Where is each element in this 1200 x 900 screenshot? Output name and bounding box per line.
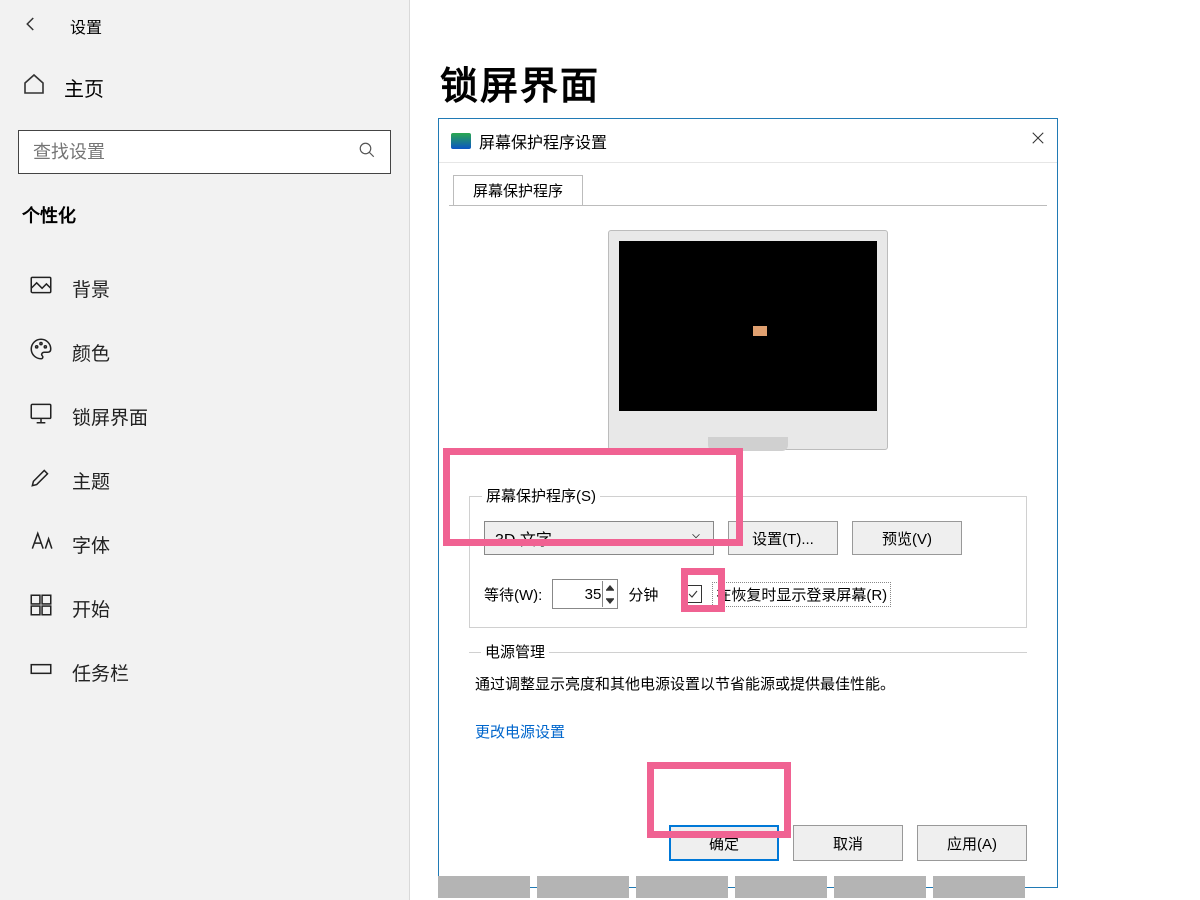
nav-item-background[interactable]: 背景 xyxy=(0,256,409,320)
wait-unit: 分钟 xyxy=(628,584,658,605)
wait-value: 35 xyxy=(585,586,602,603)
settings-title: 设置 xyxy=(70,14,102,38)
thumbnail xyxy=(438,876,530,898)
wait-minutes-spinner[interactable]: 35 xyxy=(552,579,618,609)
screensaver-group-label: 屏幕保护程序(S) xyxy=(482,485,600,506)
thumbnail xyxy=(537,876,629,898)
search-input[interactable] xyxy=(33,142,358,163)
nav-item-themes[interactable]: 主题 xyxy=(0,448,409,512)
monitor-icon xyxy=(28,400,54,432)
pen-icon xyxy=(28,464,54,496)
taskbar-icon xyxy=(28,656,54,688)
screensaver-preview xyxy=(608,230,888,450)
resume-checkbox[interactable] xyxy=(684,585,702,603)
palette-icon xyxy=(28,336,54,368)
dialog-tab[interactable]: 屏幕保护程序 xyxy=(453,175,583,205)
settings-sidebar: 设置 主页 个性化 背景 颜色 锁屏界面 主题 xyxy=(0,0,410,900)
dialog-titlebar: 屏幕保护程序设置 xyxy=(439,119,1057,163)
thumbnail xyxy=(834,876,926,898)
screensaver-settings-button[interactable]: 设置(T)... xyxy=(728,521,838,555)
cancel-button[interactable]: 取消 xyxy=(793,825,903,861)
section-title: 个性化 xyxy=(0,174,409,238)
thumbnail xyxy=(636,876,728,898)
thumbnail xyxy=(735,876,827,898)
picture-icon xyxy=(28,272,54,304)
bottom-thumbnail-strip xyxy=(438,876,1025,898)
nav-label: 主题 xyxy=(72,467,110,494)
search-icon xyxy=(358,141,376,164)
screensaver-preview-button[interactable]: 预览(V) xyxy=(852,521,962,555)
nav-label: 颜色 xyxy=(72,339,110,366)
grid-icon xyxy=(28,592,54,624)
font-icon xyxy=(28,528,54,560)
nav-item-taskbar[interactable]: 任务栏 xyxy=(0,640,409,704)
nav-label: 字体 xyxy=(72,531,110,558)
search-input-wrapper[interactable] xyxy=(18,130,391,174)
resume-label: 在恢复时显示登录屏幕(R) xyxy=(712,582,891,607)
spinner-up-icon[interactable] xyxy=(603,581,616,594)
nav-item-start[interactable]: 开始 xyxy=(0,576,409,640)
close-button[interactable] xyxy=(1029,129,1047,152)
thumbnail xyxy=(933,876,1025,898)
preview-screen xyxy=(619,241,877,411)
nav-item-lockscreen[interactable]: 锁屏界面 xyxy=(0,384,409,448)
back-arrow-icon[interactable] xyxy=(22,15,40,38)
dialog-icon xyxy=(451,133,471,149)
preview-stand xyxy=(708,437,788,451)
home-row[interactable]: 主页 xyxy=(0,52,409,122)
screensaver-dialog: 屏幕保护程序设置 屏幕保护程序 屏幕保护程序(S) 3D 文字 设置(T)...… xyxy=(438,118,1058,888)
nav-label: 任务栏 xyxy=(72,659,129,686)
wait-label: 等待(W): xyxy=(484,584,542,605)
preview-content xyxy=(753,326,767,336)
power-description: 通过调整显示亮度和其他电源设置以节省能源或提供最佳性能。 xyxy=(475,673,1021,697)
ok-button[interactable]: 确定 xyxy=(669,825,779,861)
nav-item-colors[interactable]: 颜色 xyxy=(0,320,409,384)
nav-label: 背景 xyxy=(72,275,110,302)
nav-item-fonts[interactable]: 字体 xyxy=(0,512,409,576)
nav-label: 锁屏界面 xyxy=(72,403,148,430)
screensaver-selected: 3D 文字 xyxy=(495,526,552,550)
home-label: 主页 xyxy=(64,73,104,102)
page-title: 锁屏界面 xyxy=(440,55,600,110)
screensaver-dropdown[interactable]: 3D 文字 xyxy=(484,521,714,555)
screensaver-group: 屏幕保护程序(S) 3D 文字 设置(T)... 预览(V) 等待(W): 35 xyxy=(469,496,1027,628)
apply-button[interactable]: 应用(A) xyxy=(917,825,1027,861)
dialog-button-row: 确定 取消 应用(A) xyxy=(669,825,1027,861)
nav-label: 开始 xyxy=(72,595,110,622)
power-group-label: 电源管理 xyxy=(481,641,549,662)
home-icon xyxy=(22,72,46,102)
nav-list: 背景 颜色 锁屏界面 主题 字体 开始 任务栏 xyxy=(0,238,409,704)
spinner-down-icon[interactable] xyxy=(603,594,616,607)
power-settings-link[interactable]: 更改电源设置 xyxy=(475,721,565,742)
dialog-body: 屏幕保护程序(S) 3D 文字 设置(T)... 预览(V) 等待(W): 35 xyxy=(449,205,1047,877)
chevron-down-icon xyxy=(689,529,703,548)
power-group: 电源管理 通过调整显示亮度和其他电源设置以节省能源或提供最佳性能。 更改电源设置 xyxy=(469,652,1027,752)
dialog-title: 屏幕保护程序设置 xyxy=(479,129,607,153)
